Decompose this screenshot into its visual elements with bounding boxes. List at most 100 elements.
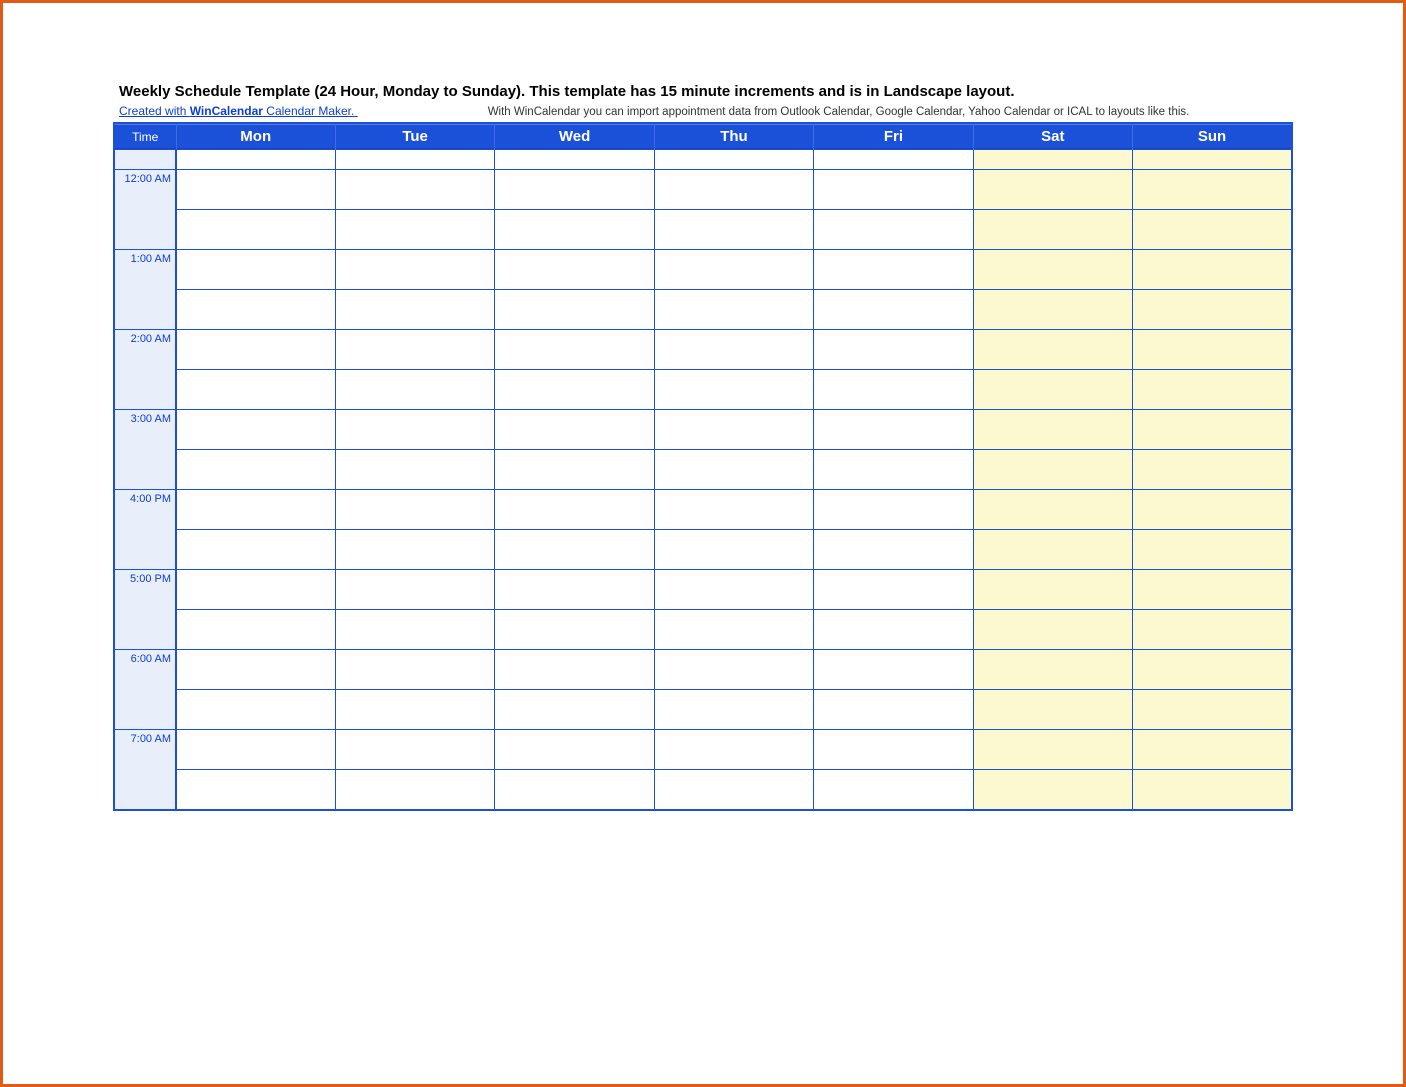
schedule-cell[interactable] (335, 490, 494, 530)
schedule-cell[interactable] (654, 490, 813, 530)
schedule-cell[interactable] (335, 170, 494, 210)
schedule-cell-weekend[interactable] (1133, 410, 1292, 450)
schedule-cell[interactable] (654, 530, 813, 570)
schedule-cell[interactable] (654, 250, 813, 290)
schedule-cell[interactable] (814, 490, 973, 530)
schedule-cell[interactable] (176, 610, 335, 650)
schedule-cell[interactable] (495, 690, 654, 730)
schedule-cell-weekend[interactable] (973, 690, 1132, 730)
schedule-cell-weekend[interactable] (973, 650, 1132, 690)
schedule-cell[interactable] (495, 530, 654, 570)
schedule-cell-weekend[interactable] (1133, 530, 1292, 570)
schedule-cell[interactable] (176, 770, 335, 810)
schedule-cell[interactable] (814, 370, 973, 410)
schedule-cell[interactable] (335, 570, 494, 610)
schedule-cell[interactable] (176, 210, 335, 250)
schedule-cell[interactable] (654, 370, 813, 410)
schedule-cell[interactable] (335, 770, 494, 810)
schedule-cell[interactable] (814, 570, 973, 610)
schedule-cell[interactable] (654, 610, 813, 650)
schedule-cell-weekend[interactable] (1133, 330, 1292, 370)
schedule-cell[interactable] (495, 150, 654, 170)
schedule-cell[interactable] (495, 610, 654, 650)
schedule-cell[interactable] (176, 250, 335, 290)
schedule-cell[interactable] (176, 530, 335, 570)
schedule-cell-weekend[interactable] (973, 530, 1132, 570)
schedule-cell[interactable] (335, 610, 494, 650)
credit-link[interactable]: Created with WinCalendar Calendar Maker. (119, 104, 358, 118)
schedule-cell[interactable] (176, 370, 335, 410)
schedule-cell[interactable] (814, 450, 973, 490)
schedule-cell[interactable] (335, 370, 494, 410)
schedule-cell[interactable] (495, 290, 654, 330)
schedule-cell-weekend[interactable] (1133, 370, 1292, 410)
schedule-cell[interactable] (176, 650, 335, 690)
schedule-cell[interactable] (335, 650, 494, 690)
schedule-cell[interactable] (335, 150, 494, 170)
schedule-cell[interactable] (814, 250, 973, 290)
schedule-cell[interactable] (814, 730, 973, 770)
schedule-cell-weekend[interactable] (1133, 770, 1292, 810)
schedule-cell[interactable] (335, 410, 494, 450)
schedule-cell-weekend[interactable] (1133, 690, 1292, 730)
schedule-cell[interactable] (176, 490, 335, 530)
schedule-cell[interactable] (814, 290, 973, 330)
schedule-cell[interactable] (495, 730, 654, 770)
schedule-cell-weekend[interactable] (973, 330, 1132, 370)
schedule-cell[interactable] (176, 150, 335, 170)
schedule-cell[interactable] (335, 530, 494, 570)
schedule-cell[interactable] (654, 650, 813, 690)
schedule-cell[interactable] (814, 690, 973, 730)
schedule-cell[interactable] (176, 290, 335, 330)
schedule-cell[interactable] (654, 690, 813, 730)
schedule-cell-weekend[interactable] (973, 450, 1132, 490)
schedule-cell-weekend[interactable] (973, 170, 1132, 210)
schedule-cell[interactable] (814, 170, 973, 210)
schedule-cell-weekend[interactable] (1133, 650, 1292, 690)
schedule-cell-weekend[interactable] (1133, 610, 1292, 650)
schedule-cell-weekend[interactable] (1133, 570, 1292, 610)
schedule-cell[interactable] (176, 410, 335, 450)
schedule-cell[interactable] (335, 250, 494, 290)
schedule-cell-weekend[interactable] (1133, 170, 1292, 210)
schedule-cell[interactable] (495, 170, 654, 210)
schedule-cell[interactable] (495, 330, 654, 370)
schedule-cell-weekend[interactable] (1133, 250, 1292, 290)
schedule-cell[interactable] (176, 690, 335, 730)
schedule-cell-weekend[interactable] (973, 210, 1132, 250)
schedule-cell[interactable] (654, 770, 813, 810)
schedule-cell[interactable] (335, 210, 494, 250)
schedule-cell-weekend[interactable] (1133, 210, 1292, 250)
schedule-cell[interactable] (654, 450, 813, 490)
schedule-cell[interactable] (814, 410, 973, 450)
schedule-cell-weekend[interactable] (1133, 450, 1292, 490)
schedule-cell[interactable] (176, 170, 335, 210)
schedule-cell-weekend[interactable] (973, 490, 1132, 530)
schedule-cell[interactable] (654, 410, 813, 450)
schedule-cell-weekend[interactable] (973, 730, 1132, 770)
schedule-cell[interactable] (814, 530, 973, 570)
schedule-cell-weekend[interactable] (973, 370, 1132, 410)
schedule-cell[interactable] (654, 570, 813, 610)
schedule-cell[interactable] (176, 570, 335, 610)
schedule-cell[interactable] (814, 610, 973, 650)
schedule-cell-weekend[interactable] (973, 570, 1132, 610)
schedule-cell-weekend[interactable] (1133, 150, 1292, 170)
schedule-cell[interactable] (176, 450, 335, 490)
schedule-cell[interactable] (654, 290, 813, 330)
schedule-cell[interactable] (495, 450, 654, 490)
schedule-cell[interactable] (495, 490, 654, 530)
schedule-cell-weekend[interactable] (1133, 490, 1292, 530)
schedule-cell[interactable] (654, 730, 813, 770)
schedule-cell[interactable] (335, 730, 494, 770)
schedule-cell[interactable] (335, 290, 494, 330)
schedule-cell[interactable] (495, 250, 654, 290)
schedule-cell[interactable] (814, 150, 973, 170)
schedule-cell[interactable] (495, 370, 654, 410)
schedule-cell-weekend[interactable] (973, 250, 1132, 290)
schedule-cell[interactable] (814, 650, 973, 690)
schedule-cell[interactable] (495, 650, 654, 690)
schedule-cell[interactable] (176, 330, 335, 370)
schedule-cell[interactable] (814, 330, 973, 370)
schedule-cell[interactable] (654, 210, 813, 250)
